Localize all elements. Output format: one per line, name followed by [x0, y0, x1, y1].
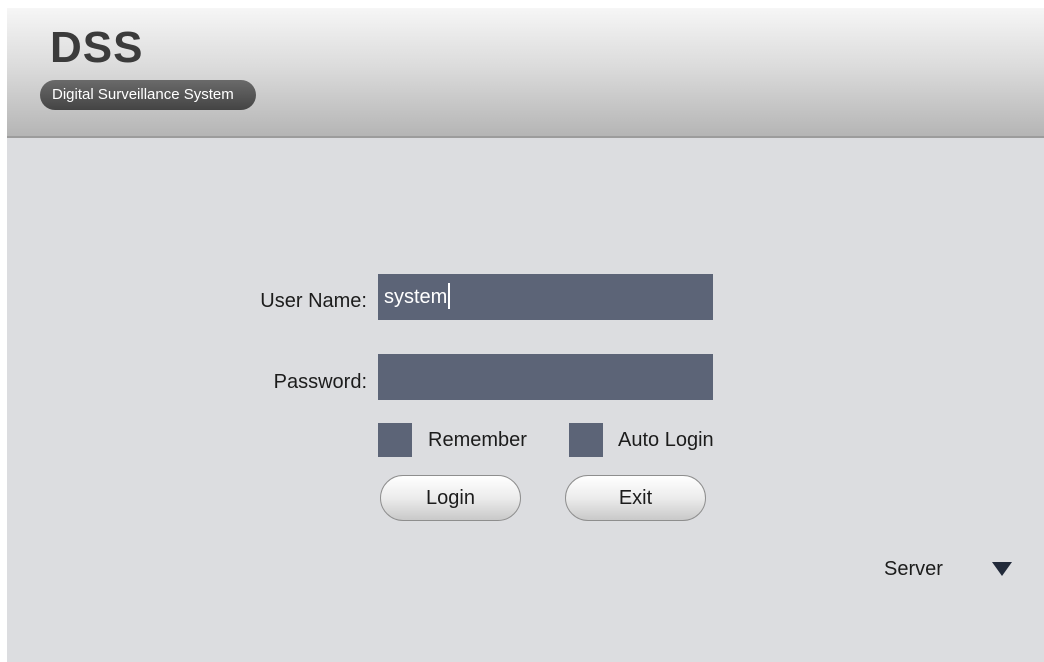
remember-checkbox[interactable] — [378, 423, 412, 457]
header-banner: DSS Digital Surveillance System — [7, 8, 1044, 138]
login-button[interactable]: Login — [380, 475, 521, 521]
username-value: system — [384, 286, 448, 308]
login-window: DSS Digital Surveillance System User Nam… — [7, 8, 1044, 662]
auto-login-checkbox[interactable] — [569, 423, 603, 457]
remember-label[interactable]: Remember — [428, 428, 527, 452]
auto-login-label[interactable]: Auto Login — [618, 428, 714, 452]
server-label[interactable]: Server — [884, 557, 943, 581]
text-caret — [448, 283, 451, 310]
dss-logo: DSS — [50, 23, 144, 72]
username-field[interactable]: system — [378, 274, 713, 320]
username-label: User Name: — [260, 290, 367, 312]
password-label: Password: — [273, 371, 367, 393]
exit-button[interactable]: Exit — [565, 475, 706, 521]
logo-subtitle-badge: Digital Surveillance System — [40, 80, 256, 110]
triangle-down-icon[interactable] — [992, 562, 1012, 576]
password-field[interactable] — [378, 354, 713, 400]
